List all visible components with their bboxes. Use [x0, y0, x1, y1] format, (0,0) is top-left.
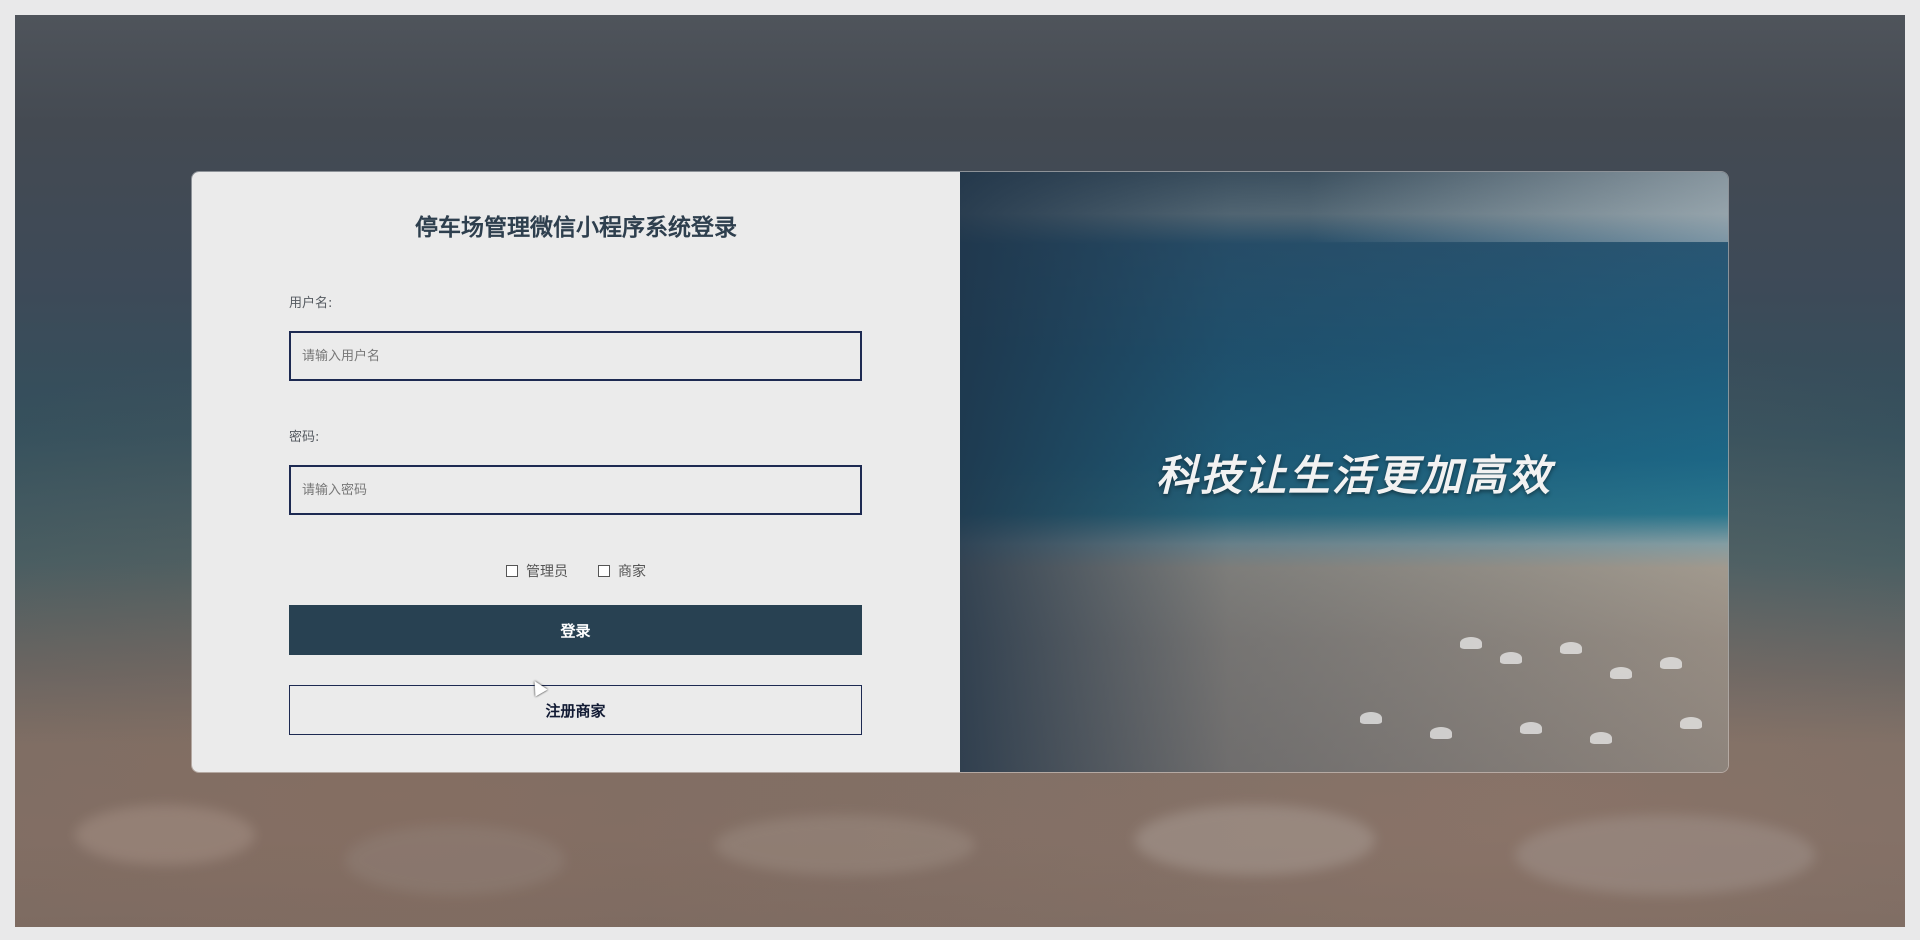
role-merchant-checkbox[interactable]: [598, 565, 610, 577]
login-card: 停车场管理微信小程序系统登录 用户名: 密码: 管理员 商家 登录 注册商家 科…: [192, 172, 1728, 772]
background-blob: [75, 805, 255, 865]
role-admin-option[interactable]: 管理员: [506, 561, 568, 581]
banner-slogan: 科技让生活更加高效: [1155, 451, 1552, 500]
role-admin-label: 管理员: [526, 564, 568, 580]
password-input[interactable]: [289, 465, 862, 515]
role-merchant-option[interactable]: 商家: [598, 561, 646, 581]
register-merchant-button[interactable]: 注册商家: [289, 685, 862, 735]
login-form-panel: 停车场管理微信小程序系统登录 用户名: 密码: 管理员 商家 登录 注册商家: [192, 172, 960, 772]
beach-umbrella: [1430, 727, 1452, 739]
beach-umbrella: [1360, 712, 1382, 724]
role-merchant-label: 商家: [618, 564, 646, 580]
role-admin-checkbox[interactable]: [506, 565, 518, 577]
role-selector: 管理员 商家: [192, 561, 960, 581]
username-label: 用户名:: [289, 296, 333, 311]
background-blob: [715, 815, 975, 875]
beach-umbrella: [1520, 722, 1542, 734]
background-blob: [1515, 815, 1815, 895]
beach-umbrella: [1590, 732, 1612, 744]
login-button[interactable]: 登录: [289, 605, 862, 655]
username-input[interactable]: [289, 331, 862, 381]
password-label: 密码:: [289, 430, 320, 445]
background-blob: [1135, 805, 1375, 875]
background-blob: [345, 825, 565, 895]
banner-sky: [1308, 172, 1728, 242]
beach-umbrella: [1460, 637, 1482, 649]
beach-umbrella: [1500, 652, 1522, 664]
beach-umbrella: [1560, 642, 1582, 654]
beach-umbrella: [1680, 717, 1702, 729]
beach-umbrella: [1660, 657, 1682, 669]
banner-image-panel: 科技让生活更加高效: [960, 172, 1728, 772]
beach-umbrella: [1610, 667, 1632, 679]
page-title: 停车场管理微信小程序系统登录: [415, 215, 737, 241]
